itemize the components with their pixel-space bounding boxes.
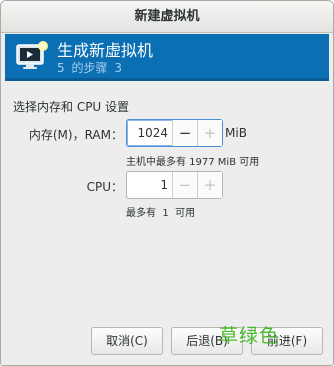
dialog-window: 新建虚拟机 生成新虚拟机 5 的步骤 3 选择内存和 CPU 设置 内存(M)，… <box>0 0 334 366</box>
cpu-hint: 最多有 1 可用 <box>126 208 196 219</box>
window-title: 新建虚拟机 <box>1 1 333 33</box>
memory-decrement-button[interactable]: − <box>172 120 197 146</box>
cancel-button[interactable]: 取消(C) <box>91 327 163 355</box>
cpu-decrement-button[interactable]: − <box>172 172 197 198</box>
wizard-step-indicator: 5 的步骤 3 <box>57 59 125 76</box>
memory-hint: 主机中最多有 1977 MiB 可用 <box>126 157 260 168</box>
cpu-increment-button[interactable]: + <box>197 172 222 198</box>
step-total: 3 <box>114 61 122 75</box>
cpu-label: CPU： <box>86 180 123 194</box>
section-heading: 选择内存和 CPU 设置 <box>13 100 130 114</box>
watermark-text: 草绿色 <box>219 325 280 347</box>
memory-value[interactable]: 1024 <box>127 120 172 146</box>
wizard-banner: 生成新虚拟机 5 的步骤 3 <box>5 34 329 81</box>
monitor-with-star-icon <box>16 41 48 69</box>
memory-spinbutton[interactable]: 1024 − + <box>126 119 223 147</box>
cpu-spinbutton[interactable]: 1 − + <box>126 171 223 199</box>
step-of: 的步骤 <box>71 61 108 75</box>
cpu-value[interactable]: 1 <box>127 172 172 198</box>
wizard-title: 生成新虚拟机 <box>57 41 154 60</box>
memory-unit: MiB <box>225 126 247 140</box>
step-current: 5 <box>57 61 65 75</box>
wizard-content: 选择内存和 CPU 设置 内存(M)，RAM： 1024 − + MiB 主机中… <box>5 81 329 323</box>
memory-label: 内存(M)，RAM： <box>28 128 123 142</box>
memory-increment-button[interactable]: + <box>197 120 222 146</box>
